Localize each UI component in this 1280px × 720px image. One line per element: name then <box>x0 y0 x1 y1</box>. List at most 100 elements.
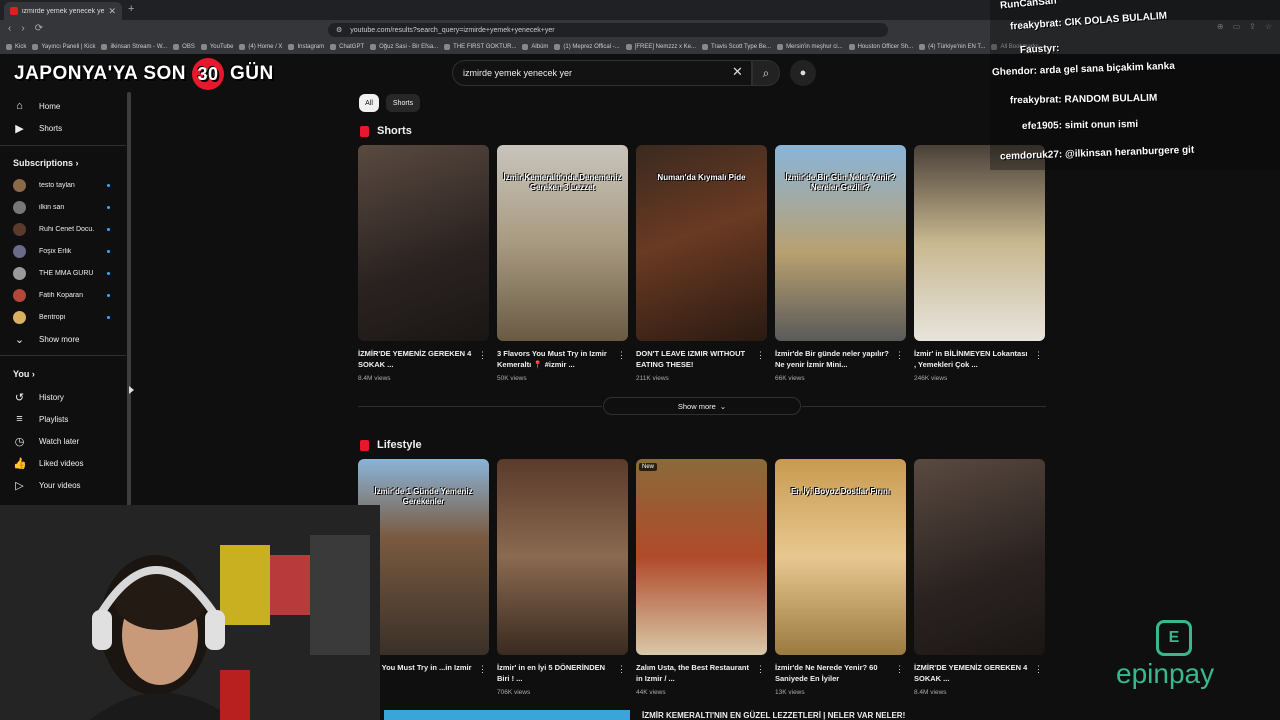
bookmark-item[interactable]: Albüm <box>522 44 548 50</box>
bookmark-item[interactable]: (1) Meprez Offical -... <box>554 44 620 50</box>
subscription-name: ilkin san <box>39 203 65 211</box>
more-options-icon[interactable]: ⋮ <box>617 350 626 361</box>
streamer-webcam-image <box>0 505 380 720</box>
bookmark-label: Mersin'in meşhur ci... <box>786 44 843 50</box>
close-tab-icon[interactable]: ✕ <box>108 6 116 17</box>
short-thumbnail[interactable]: New <box>636 459 767 655</box>
bookmark-item[interactable]: YouTube <box>200 44 233 50</box>
sidebar-item-watch-later[interactable]: ◷ Watch later <box>0 430 126 452</box>
sidebar-item-home[interactable]: ⌂ Home <box>0 95 126 117</box>
short-thumbnail[interactable] <box>497 459 628 655</box>
more-options-icon[interactable]: ⋮ <box>478 350 487 361</box>
bookmark-favicon-icon <box>554 44 561 50</box>
bookmark-item[interactable]: ilkinsan Stream - W... <box>101 44 167 50</box>
bookmark-item[interactable]: (4) Home / X <box>239 44 282 50</box>
short-title[interactable]: İzmir' in BİLİNMEYEN Lokantası , Yemekle… <box>914 348 1029 371</box>
more-options-icon[interactable]: ⋮ <box>895 350 904 361</box>
short-card[interactable]: En İyi Boyoz Dostlar Fırını İzmir'de Ne N… <box>775 459 906 696</box>
sidebar-subscription-item[interactable]: Fatih Koparan <box>0 284 126 306</box>
bookmark-item[interactable]: (4) Türkiye'nin EN T... <box>919 44 985 50</box>
short-thumbnail[interactable] <box>914 459 1045 655</box>
bookmark-label: (1) Meprez Offical -... <box>563 44 620 50</box>
more-options-icon[interactable]: ⋮ <box>478 664 487 675</box>
short-thumbnail[interactable]: İzmir'de Bir Gün Neler Yenir? Nereler Ge… <box>775 145 906 341</box>
show-more-subscriptions[interactable]: ⌄ Show more <box>0 328 126 350</box>
voice-search-button[interactable]: ● <box>790 60 816 86</box>
sidebar-scrollbar[interactable] <box>127 92 131 507</box>
short-thumbnail[interactable] <box>914 145 1045 341</box>
bookmark-item[interactable]: Oğuz Sasi - Bir Efsa... <box>370 44 438 50</box>
short-card[interactable]: New Zalım Usta, the Best Restaurant in Iz… <box>636 459 767 696</box>
video-title[interactable]: İZMİR KEMERALTI'NIN EN GÜZEL LEZZETLERİ … <box>642 711 905 720</box>
short-card[interactable]: İZMİR'DE YEMENİZ GEREKEN 4 SOKAK ... 8.4M… <box>914 459 1045 696</box>
bookmark-item[interactable]: OBS <box>173 44 195 50</box>
bookmark-item[interactable]: Houston Officer Sh... <box>848 44 913 50</box>
sidebar-subscription-item[interactable]: Foşix Erlik <box>0 240 126 262</box>
browser-tab[interactable]: izmirde yemek yenecek yer - YouTube ✕ <box>4 2 122 20</box>
back-button[interactable]: ‹ <box>8 23 11 34</box>
sidebar-subscription-item[interactable]: Ruhi Cenet Docu... <box>0 218 126 240</box>
bookmark-item[interactable]: Kick <box>6 44 26 50</box>
forward-button[interactable]: › <box>21 23 24 34</box>
more-options-icon[interactable]: ⋮ <box>1034 350 1043 361</box>
sidebar-item-your-videos[interactable]: ▷ Your videos <box>0 474 126 496</box>
short-title[interactable]: DON'T LEAVE IZMIR WITHOUT EATING THESE! <box>636 348 751 371</box>
short-card[interactable]: İzmir'de Bir Gün Neler Yenir? Nereler Ge… <box>775 145 906 382</box>
you-heading[interactable]: You › <box>13 369 35 379</box>
short-card[interactable]: İzmir' in en İyi 5 DÖNERİNDEN Biri ! ...… <box>497 459 628 696</box>
site-info-icon[interactable]: ⚙ <box>336 26 342 34</box>
more-options-icon[interactable]: ⋮ <box>617 664 626 675</box>
more-options-icon[interactable]: ⋮ <box>756 664 765 675</box>
more-options-icon[interactable]: ⋮ <box>756 350 765 361</box>
bookmark-item[interactable]: [FREE] Nemzzz x Ke... <box>625 44 696 50</box>
short-thumbnail[interactable]: En İyi Boyoz Dostlar Fırını <box>775 459 906 655</box>
sidebar-item-playlists[interactable]: ≡ Playlists <box>0 408 126 430</box>
subscriptions-heading[interactable]: Subscriptions › <box>13 158 79 168</box>
chip-all[interactable]: All <box>359 94 379 112</box>
short-title[interactable]: Zalım Usta, the Best Restaurant in Izmir… <box>636 662 751 685</box>
short-card[interactable]: İzmir' in BİLİNMEYEN Lokantası , Yemekle… <box>914 145 1045 382</box>
bookmark-item[interactable]: Mersin'in meşhur ci... <box>777 44 843 50</box>
search-input[interactable]: izmirde yemek yenecek yer <box>452 60 752 86</box>
short-thumbnail[interactable] <box>358 145 489 341</box>
more-options-icon[interactable]: ⋮ <box>895 664 904 675</box>
short-title[interactable]: 3 Flavors You Must Try in Izmir Kemeralt… <box>497 348 612 371</box>
search-button[interactable]: ⌕ <box>752 60 780 86</box>
short-title[interactable]: İZMİR'DE YEMENİZ GEREKEN 4 SOKAK ... <box>358 348 473 371</box>
sidebar-item-shorts[interactable]: ▶ Shorts <box>0 117 126 139</box>
sidebar-subscription-item[interactable]: testo taylan <box>0 174 126 196</box>
short-title[interactable]: İzmir'de Ne Nerede Yenir? 60 Saniyede En… <box>775 662 890 685</box>
url-field[interactable]: ⚙ youtube.com/results?search_query=izmir… <box>328 23 888 37</box>
chat-username: cemdoruk27: <box>999 149 1063 163</box>
bookmark-item[interactable]: THE FIRST GOKTUR... <box>444 44 516 50</box>
reload-button[interactable]: ⟳ <box>35 23 43 34</box>
more-options-icon[interactable]: ⋮ <box>1034 664 1043 675</box>
short-thumbnail[interactable]: İzmir Kemeraltı'nda Denemeniz Gereken 3 … <box>497 145 628 341</box>
clear-search-icon[interactable]: ✕ <box>732 64 743 80</box>
short-title[interactable]: İzmir' in en İyi 5 DÖNERİNDEN Biri ! ... <box>497 662 612 685</box>
chat-text: @ilkinsan heranburgere git <box>1064 144 1195 161</box>
chip-shorts[interactable]: Shorts <box>386 94 420 112</box>
bookmark-item[interactable]: ChatGPT <box>330 44 364 50</box>
subscriptions-label: Subscriptions <box>13 158 74 168</box>
show-more-button[interactable]: Show more ⌄ <box>603 397 801 415</box>
short-title[interactable]: İzmir'de Bir günde neler yapılır? Ne yen… <box>775 348 890 371</box>
bookmark-item[interactable]: Instagram <box>288 44 324 50</box>
new-tab-button[interactable]: + <box>128 3 134 15</box>
short-card[interactable]: İZMİR'DE YEMENİZ GEREKEN 4 SOKAK ... 8.4M… <box>358 145 489 382</box>
short-card[interactable]: Numan'da Kıymalı Pide DON'T LEAVE IZMIR W… <box>636 145 767 382</box>
video-thumbnail[interactable] <box>384 710 630 720</box>
sidebar-item-history[interactable]: ↺ History <box>0 386 126 408</box>
short-card[interactable]: İzmir Kemeraltı'nda Denemeniz Gereken 3 … <box>497 145 628 382</box>
url-text: youtube.com/results?search_query=izmirde… <box>350 26 555 34</box>
bookmark-favicon-icon <box>702 44 709 50</box>
sidebar-subscription-item[interactable]: ilkin san <box>0 196 126 218</box>
sidebar-subscription-item[interactable]: Bentropi <box>0 306 126 328</box>
short-title[interactable]: İZMİR'DE YEMENİZ GEREKEN 4 SOKAK ... <box>914 662 1029 685</box>
sidebar-subscription-item[interactable]: THE MMA GURU <box>0 262 126 284</box>
sidebar-item-liked-videos[interactable]: 👍 Liked videos <box>0 452 126 474</box>
bookmark-item[interactable]: Travis Scott Type Be... <box>702 44 771 50</box>
bookmark-item[interactable]: Yayıncı Paneli | Kick <box>32 44 95 50</box>
bookmark-label: (4) Home / X <box>248 44 283 50</box>
short-thumbnail[interactable]: Numan'da Kıymalı Pide <box>636 145 767 341</box>
